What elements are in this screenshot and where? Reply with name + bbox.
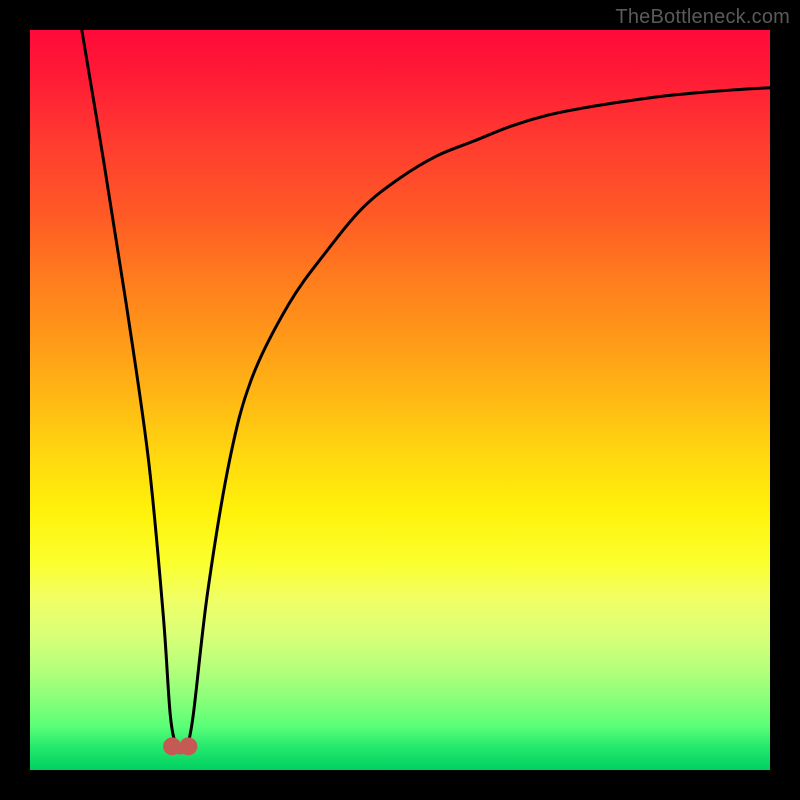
marker-right xyxy=(179,737,197,755)
marker-left xyxy=(163,737,181,755)
bottleneck-curve xyxy=(82,30,770,752)
curve-svg xyxy=(30,30,770,770)
chart-frame: TheBottleneck.com xyxy=(0,0,800,800)
plot-area xyxy=(30,30,770,770)
watermark-text: TheBottleneck.com xyxy=(615,6,790,29)
